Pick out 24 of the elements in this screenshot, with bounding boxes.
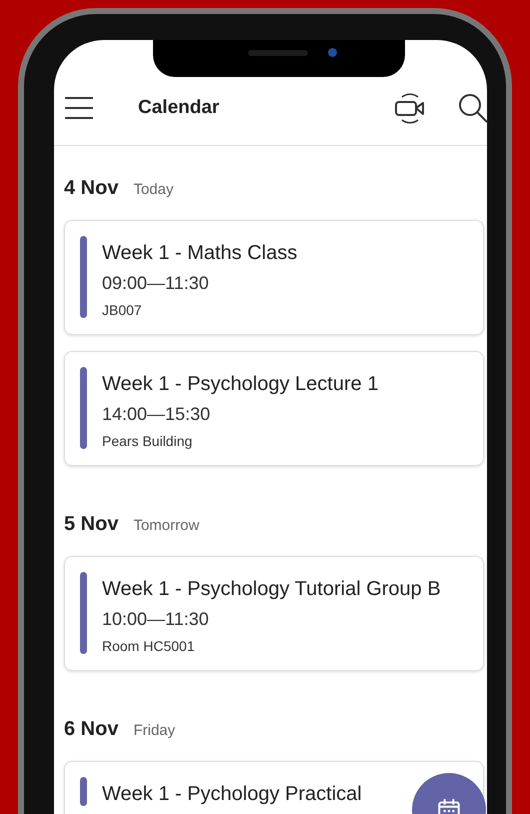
event-title: Week 1 - Pychology Practical: [102, 783, 362, 806]
event-card[interactable]: Week 1 - Psychology Tutorial Group B 10:00—11:30 Room HC5001: [64, 556, 484, 671]
day-date: 6 Nov: [64, 718, 118, 741]
event-location: Pears Building: [102, 433, 194, 449]
day-date: 4 Nov: [64, 177, 118, 200]
event-title: Week 1 - Maths Class: [102, 242, 298, 265]
event-location: Room HC5001: [102, 638, 196, 654]
page-title: Calendar: [138, 96, 220, 118]
day-label: Friday: [133, 722, 176, 739]
event-title: Week 1 - Psychology Tutorial Group B: [102, 578, 441, 601]
video-camera-icon[interactable]: [393, 90, 427, 124]
day-date: 5 Nov: [64, 513, 118, 536]
day-label: Tomorrow: [133, 517, 200, 534]
event-location: JB007: [102, 302, 143, 318]
event-card[interactable]: Week 1 - Maths Class 09:00—11:30 JB007: [64, 220, 484, 335]
event-time: 14:00—15:30: [102, 404, 212, 425]
event-time: 09:00—11:30: [102, 273, 210, 294]
event-title: Week 1 - Psychology Lecture 1: [102, 373, 378, 396]
search-icon[interactable]: [457, 92, 487, 124]
event-card[interactable]: Week 1 - Psychology Lecture 1 14:00—15:30 Pears Building: [64, 351, 484, 466]
day-label: Today: [133, 181, 174, 198]
event-color-bar: [80, 777, 87, 806]
menu-icon[interactable]: [64, 96, 94, 118]
event-time: 10:00—11:30: [102, 609, 210, 630]
